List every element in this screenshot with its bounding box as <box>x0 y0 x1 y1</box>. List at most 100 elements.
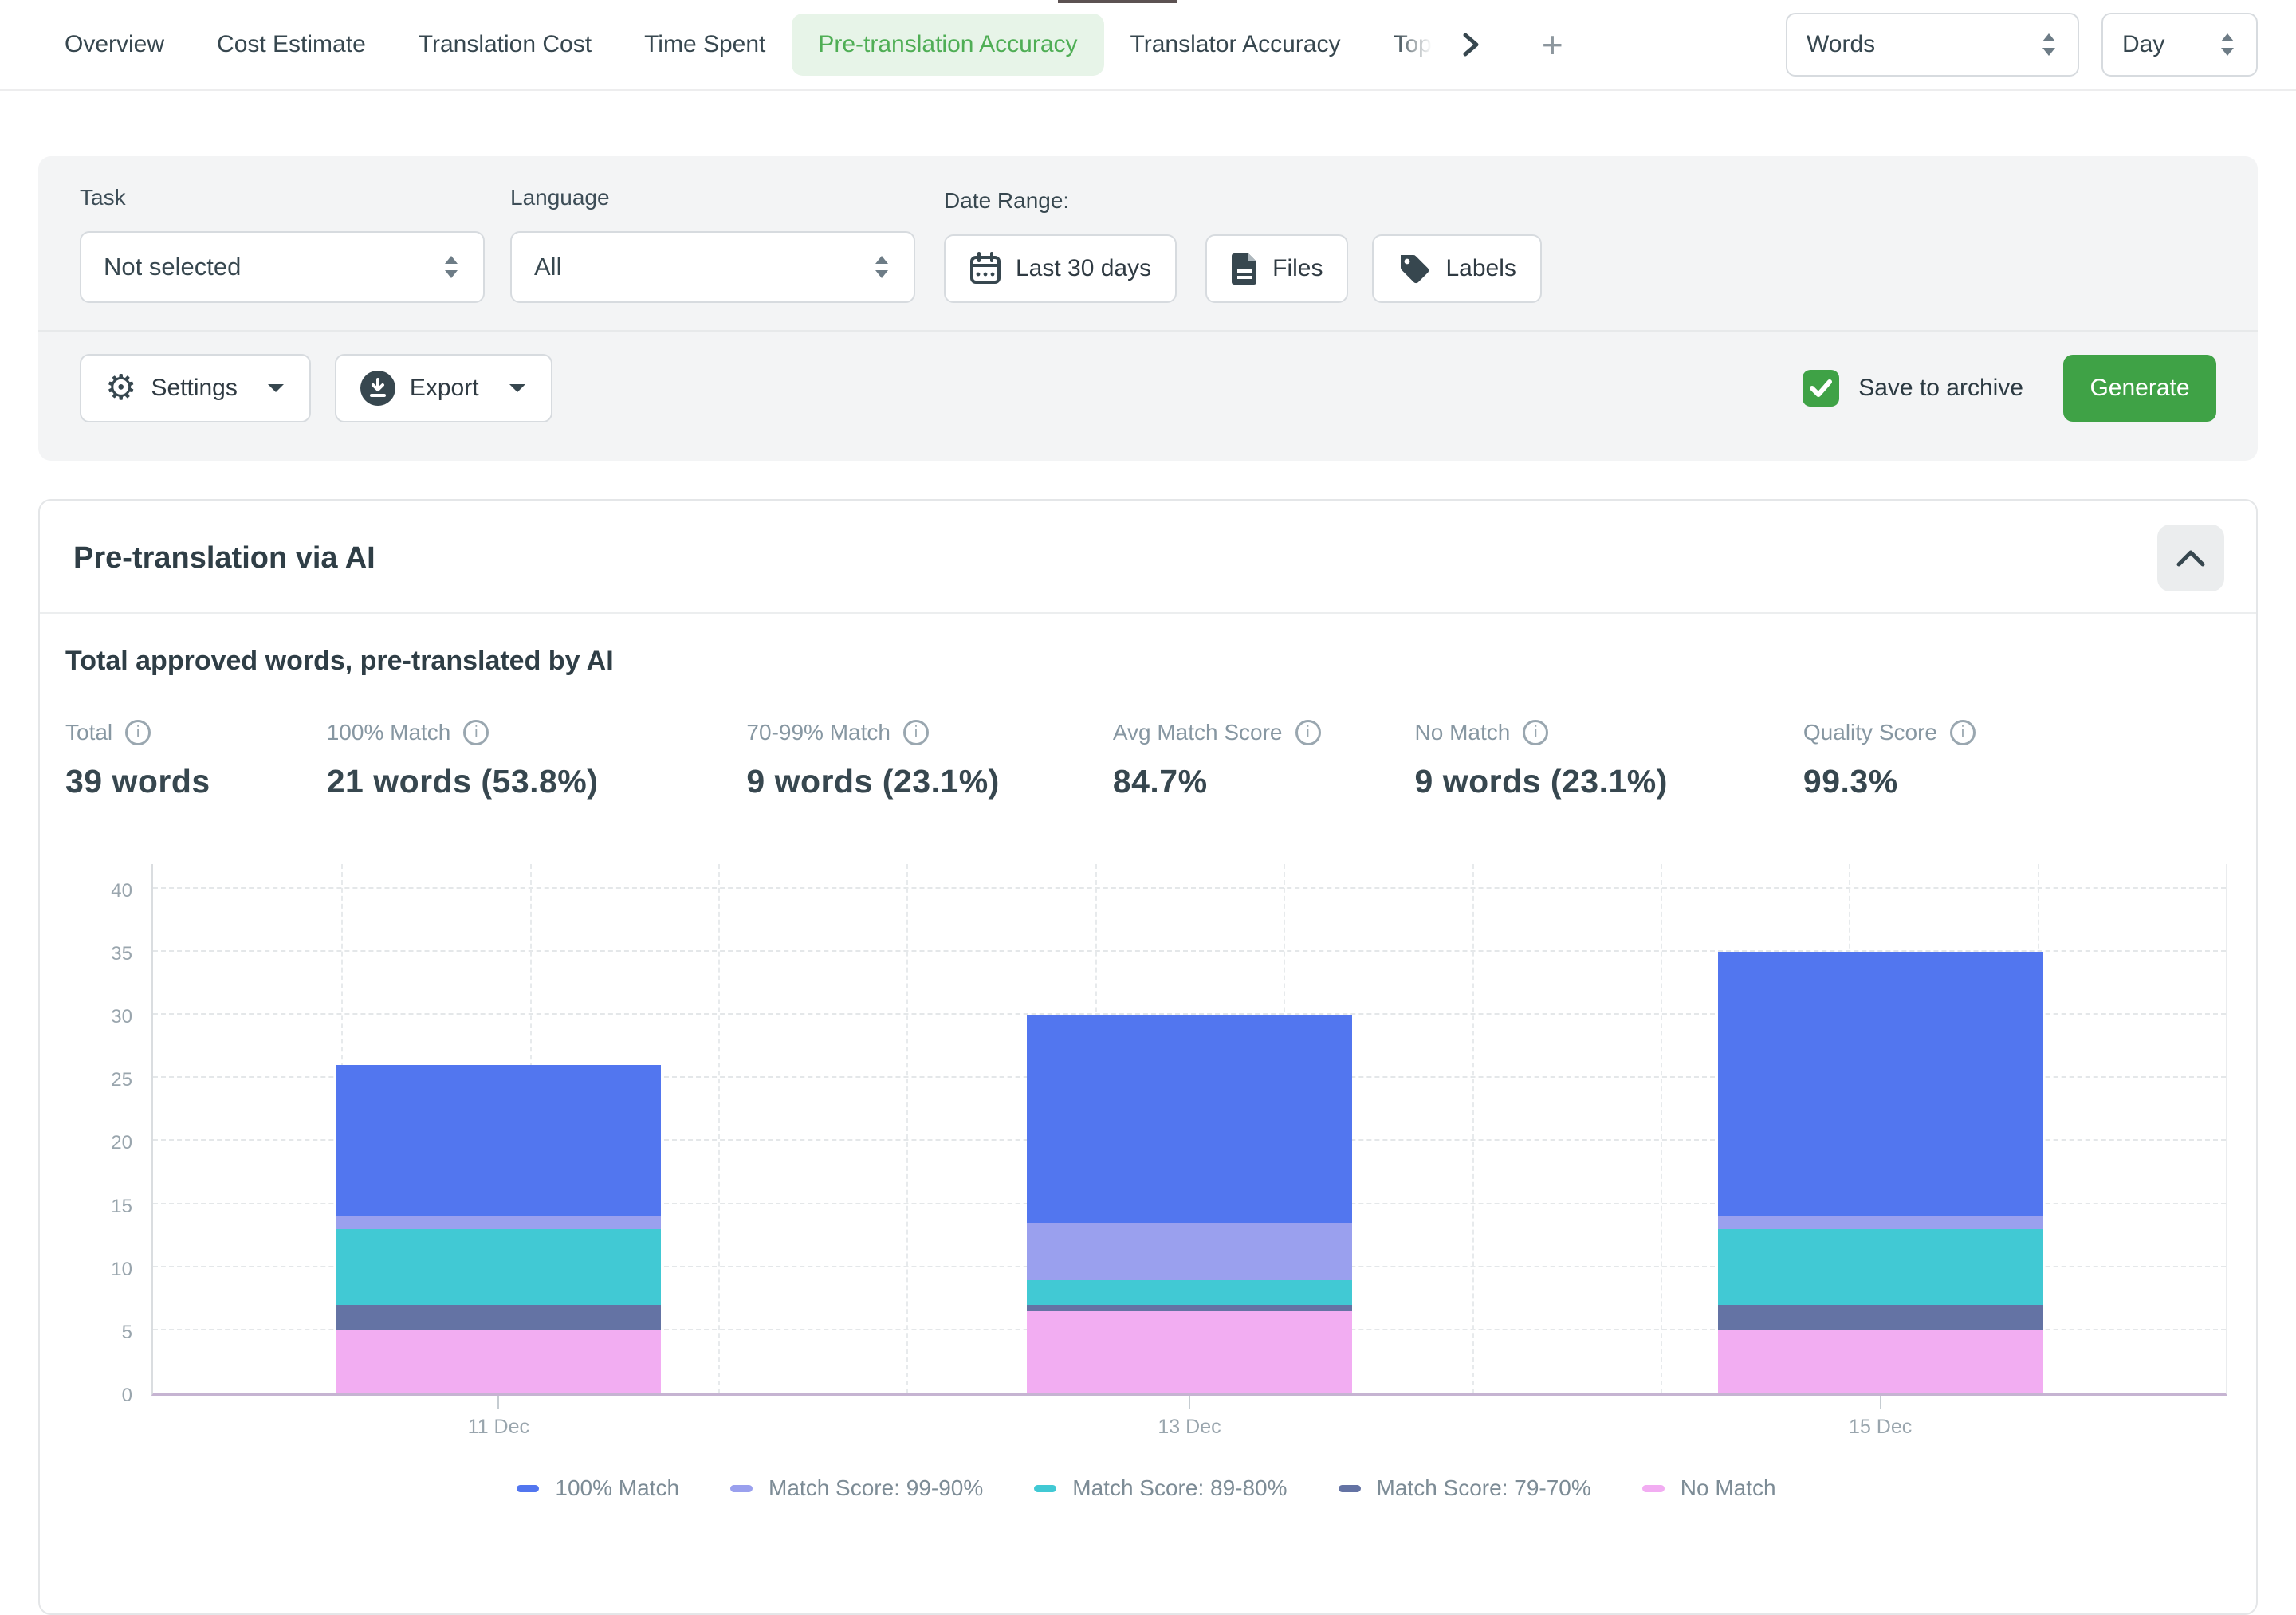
date-range-value: Last 30 days <box>1016 255 1151 282</box>
legend-item-no-match[interactable]: No Match <box>1642 1476 1776 1501</box>
select-updown-icon <box>442 253 461 281</box>
download-icon <box>360 371 395 406</box>
legend-label: Match Score: 89-80% <box>1072 1476 1287 1501</box>
tab-overview[interactable]: Overview <box>38 14 191 76</box>
bar-13-dec[interactable] <box>1027 1015 1352 1393</box>
y-tick-label: 15 <box>111 1196 132 1218</box>
stat-no-match: No Match i 9 words (23.1%) <box>1415 720 1668 800</box>
y-tick-label: 30 <box>111 1006 132 1028</box>
settings-dropdown-button[interactable]: ⚙ Settings <box>80 354 311 422</box>
add-tab-button[interactable]: + <box>1542 26 1563 63</box>
info-icon[interactable]: i <box>903 720 929 745</box>
info-icon[interactable]: i <box>1523 720 1548 745</box>
bar-segment-match-score-79-70-[interactable] <box>336 1305 661 1330</box>
stat-value: 84.7% <box>1113 763 1321 800</box>
legend-dash-icon <box>1034 1485 1056 1492</box>
legend-item-match-score-99-90-[interactable]: Match Score: 99-90% <box>730 1476 983 1501</box>
tab-time-spent[interactable]: Time Spent <box>618 14 792 76</box>
plot-area: 11 Dec13 Dec15 Dec <box>151 864 2227 1396</box>
tab-top[interactable]: Top <box>1367 14 1432 76</box>
export-button-label: Export <box>410 375 479 402</box>
section-title: Total approved words, pre-translated by … <box>65 646 2227 677</box>
stat-label: Avg Match Score <box>1113 720 1283 745</box>
period-select-value: Day <box>2122 31 2164 58</box>
bar-segment-no-match[interactable] <box>336 1330 661 1393</box>
save-to-archive-label: Save to archive <box>1858 375 2023 402</box>
save-to-archive-toggle[interactable]: Save to archive <box>1803 370 2023 407</box>
bar-15-dec[interactable] <box>1718 952 2043 1393</box>
report-page: { "topbar": { "tabs": [ {"label": "Overv… <box>0 0 2296 1503</box>
info-icon[interactable]: i <box>1950 720 1976 745</box>
legend-dash-icon <box>730 1485 753 1492</box>
bar-segment-100-match[interactable] <box>1027 1015 1352 1223</box>
tag-icon <box>1398 252 1431 285</box>
tab-translator-accuracy[interactable]: Translator Accuracy <box>1104 14 1367 76</box>
y-tick-label: 10 <box>111 1259 132 1281</box>
legend-dash-icon <box>1642 1485 1665 1492</box>
v-gridline <box>718 864 720 1393</box>
chevron-up-icon <box>2176 548 2206 568</box>
tabs: OverviewCost EstimateTranslation CostTim… <box>38 14 1432 76</box>
tab-cost-estimate[interactable]: Cost Estimate <box>191 14 392 76</box>
period-select[interactable]: Day <box>2101 13 2258 77</box>
x-tick <box>1880 1396 1881 1409</box>
tab-pre-translation-accuracy[interactable]: Pre-translation Accuracy <box>792 14 1103 76</box>
export-dropdown-button[interactable]: Export <box>335 354 552 422</box>
date-range-button[interactable]: Last 30 days <box>944 234 1177 303</box>
legend-label: No Match <box>1681 1476 1776 1501</box>
bar-segment-match-score-89-80-[interactable] <box>1718 1229 2043 1305</box>
info-icon[interactable]: i <box>463 720 489 745</box>
stat-label: No Match <box>1415 720 1511 745</box>
stat-quality-score: Quality Scorei99.3% <box>1803 720 1976 800</box>
bar-segment-match-score-89-80-[interactable] <box>336 1229 661 1305</box>
bar-segment-100-match[interactable] <box>336 1065 661 1216</box>
bar-segment-no-match[interactable] <box>1718 1330 2043 1393</box>
generate-button[interactable]: Generate <box>2063 355 2216 422</box>
calendar-icon <box>969 252 1001 285</box>
bar-segment-100-match[interactable] <box>1718 952 2043 1216</box>
bar-segment-match-score-79-70-[interactable] <box>1718 1305 2043 1330</box>
h-gridline <box>153 887 2226 889</box>
y-tick-label: 20 <box>111 1132 132 1154</box>
bar-segment-match-score-99-90-[interactable] <box>336 1216 661 1229</box>
language-label: Language <box>510 185 915 210</box>
y-tick-label: 35 <box>111 943 132 965</box>
tab-translation-cost[interactable]: Translation Cost <box>392 14 618 76</box>
files-filter-button[interactable]: Files <box>1205 234 1348 303</box>
y-tick-label: 40 <box>111 880 132 902</box>
top-edge-artifact <box>1058 0 1177 3</box>
bar-segment-match-score-99-90-[interactable] <box>1027 1223 1352 1279</box>
collapse-card-button[interactable] <box>2157 525 2224 591</box>
tabs-overflow-chevron-right-icon[interactable] <box>1453 21 1489 69</box>
language-select[interactable]: All <box>510 231 915 303</box>
bar-11-dec[interactable] <box>336 1065 661 1393</box>
labels-filter-button[interactable]: Labels <box>1372 234 1541 303</box>
bar-segment-no-match[interactable] <box>1027 1311 1352 1393</box>
task-select-value: Not selected <box>104 253 241 281</box>
x-tick <box>1189 1396 1190 1409</box>
legend-item-100-match[interactable]: 100% Match <box>517 1476 679 1501</box>
settings-button-label: Settings <box>151 375 237 402</box>
info-icon[interactable]: i <box>1295 720 1321 745</box>
stats-row: Totali39 words100% Matchi21 words (53.8%… <box>65 720 2227 800</box>
stat-total: Totali39 words <box>65 720 210 800</box>
stat-label: Total <box>65 720 112 745</box>
bar-segment-match-score-99-90-[interactable] <box>1718 1216 2043 1229</box>
stat-value: 9 words (23.1%) <box>746 763 999 800</box>
bar-segment-match-score-79-70-[interactable] <box>1027 1305 1352 1311</box>
pretranslation-card: Pre-translation via AI Total approved wo… <box>38 499 2258 1615</box>
bar-segment-match-score-89-80-[interactable] <box>1027 1280 1352 1306</box>
legend-item-match-score-89-80-[interactable]: Match Score: 89-80% <box>1034 1476 1287 1501</box>
unit-select[interactable]: Words <box>1786 13 2079 77</box>
files-button-label: Files <box>1272 255 1323 282</box>
legend-label: 100% Match <box>555 1476 679 1501</box>
chart-legend: 100% Match Match Score: 99-90% Match Score… <box>65 1476 2227 1501</box>
info-icon[interactable]: i <box>125 720 151 745</box>
stat-label: Quality Score <box>1803 720 1937 745</box>
legend-item-match-score-79-70-[interactable]: Match Score: 79-70% <box>1339 1476 1591 1501</box>
stat-value: 9 words (23.1%) <box>1415 763 1668 800</box>
language-select-value: All <box>534 253 561 281</box>
task-select[interactable]: Not selected <box>80 231 485 303</box>
v-gridline <box>906 864 908 1393</box>
save-to-archive-checkbox[interactable] <box>1803 370 1839 407</box>
